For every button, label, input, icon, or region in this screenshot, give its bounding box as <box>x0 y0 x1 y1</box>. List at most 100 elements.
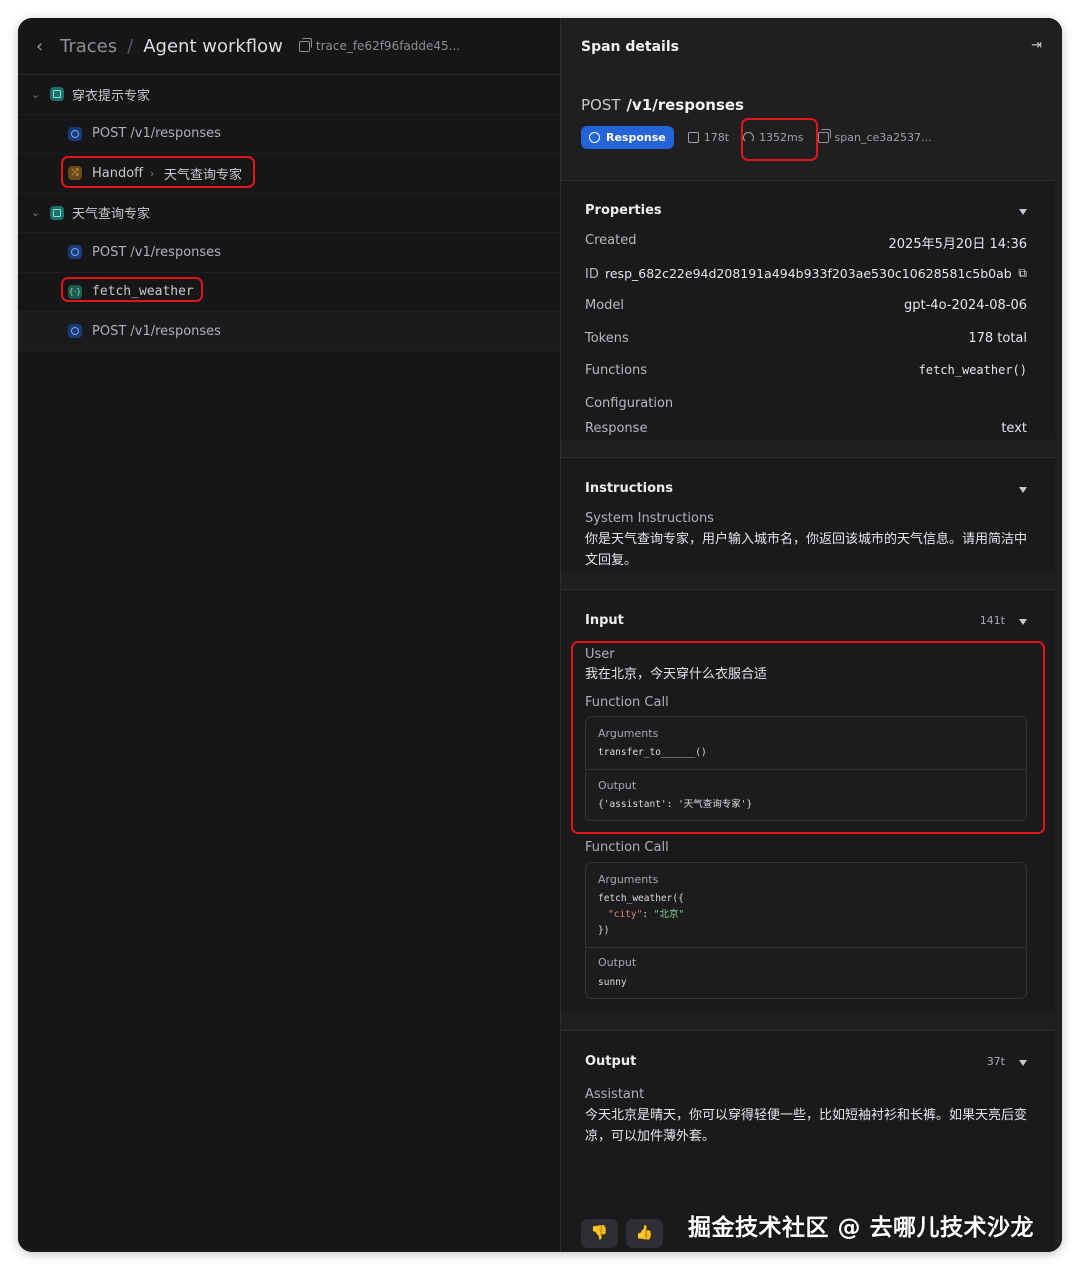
watermark-text: 掘金技术社区 @ 去哪儿技术沙龙 <box>688 1215 1035 1241</box>
function-call-label: Function Call <box>585 840 669 855</box>
assistant-message: 今天北京是晴天，你可以穿得轻便一些，比如短袖衬衫和长裤。如果天亮后变凉，可以加件… <box>585 1108 1028 1144</box>
back-chevron-icon[interactable]: ‹ <box>36 36 56 57</box>
trace-id[interactable]: trace_fe62f96fadde45... <box>298 37 461 53</box>
span-details-panel: Span details ⇥ POST/v1/responses Respons… <box>560 18 1062 1252</box>
response-badge-label: Response <box>606 131 666 144</box>
property-value: fetch_weather() <box>918 363 1027 377</box>
copy-icon[interactable] <box>298 37 312 52</box>
breadcrumb-separator: / <box>127 35 134 57</box>
span-method: POST <box>581 96 621 114</box>
arg-value: "北京" <box>653 909 685 920</box>
chevron-down-icon[interactable] <box>1019 487 1027 493</box>
agent-icon <box>50 205 64 220</box>
breadcrumb: ‹ Traces / Agent workflow trace_fe62f96f… <box>18 18 560 75</box>
arg-colon: : <box>642 909 654 920</box>
tree-row-label: POST /v1/responses <box>92 323 221 339</box>
property-model: Model gpt-4o-2024-08-06 <box>585 298 1027 313</box>
property-value: 2025年5月20日 14:36 <box>888 237 1028 252</box>
property-key: Created <box>585 233 637 248</box>
property-configuration: Configuration <box>585 396 1027 411</box>
tree-row-agent[interactable]: ⌄ 穿衣提示专家 <box>18 75 560 115</box>
arguments-label: Arguments <box>598 873 659 886</box>
arguments-code-line: "city": "北京" <box>608 907 684 923</box>
chevron-down-icon[interactable] <box>1019 1060 1027 1066</box>
response-badge: Response <box>581 126 674 149</box>
copy-icon[interactable] <box>817 129 831 143</box>
highlight-box <box>741 118 818 161</box>
tokens-icon <box>687 132 699 143</box>
properties-title: Properties <box>585 203 662 218</box>
property-response: Response text <box>585 421 1027 436</box>
property-created: Created 2025年5月20日 14:36 <box>585 233 1027 252</box>
instructions-title: Instructions <box>585 481 674 496</box>
output-code: sunny <box>598 977 627 988</box>
response-icon <box>68 245 82 260</box>
span-id[interactable]: span_ce3a2537... <box>817 129 932 144</box>
highlight-box <box>61 156 255 188</box>
assistant-role-label: Assistant <box>585 1087 645 1102</box>
properties-section: Properties Created 2025年5月20日 14:36 ID r… <box>561 180 1055 439</box>
chevron-down-icon[interactable]: ⌄ <box>31 206 40 219</box>
token-count: 178t <box>687 131 730 144</box>
token-count-text: 178t <box>703 131 730 144</box>
response-icon <box>68 126 82 141</box>
chevron-down-icon[interactable]: ⌄ <box>31 88 40 101</box>
collapse-panel-icon[interactable]: ⇥ <box>1031 38 1042 53</box>
instructions-section: Instructions System Instructions 你是天气查询专… <box>561 457 1055 573</box>
system-instructions-text: 你是天气查询专家，用户输入城市名，你返回该城市的天气信息。请用简洁中文回复。 <box>585 532 1028 568</box>
chevron-down-icon[interactable] <box>1019 209 1027 215</box>
property-value: 178 total <box>968 331 1027 346</box>
input-title: Input <box>585 613 624 628</box>
thumbs-up-button[interactable]: 👍 <box>626 1219 663 1248</box>
external-link-icon[interactable]: ⧉ <box>1018 266 1027 282</box>
output-label: Output <box>598 956 637 969</box>
response-icon <box>589 132 600 143</box>
arguments-code-line: fetch_weather({ <box>598 893 684 904</box>
input-section: Input 141t User 我在北京，今天穿什么衣服合适 Function … <box>561 589 1055 1013</box>
arguments-code-line: }) <box>598 925 610 936</box>
panel-title: Span details <box>581 38 679 55</box>
span-tree: ⌄ 穿衣提示专家 POST /v1/responses ⤮ Handoff › … <box>18 75 560 352</box>
tree-row-response[interactable]: POST /v1/responses <box>18 233 560 273</box>
property-value: text <box>1001 421 1027 436</box>
property-id: ID resp_682c22e94d208191a494b933f203ae53… <box>585 266 1027 282</box>
breadcrumb-traces[interactable]: Traces <box>60 36 117 57</box>
property-key: Model <box>585 298 625 313</box>
response-icon <box>68 324 82 339</box>
system-instructions-label: System Instructions <box>585 511 714 526</box>
arg-key: "city" <box>608 909 643 920</box>
tree-row-label: 天气查询专家 <box>72 207 151 223</box>
output-title: Output <box>585 1054 637 1069</box>
tree-row-label: POST /v1/responses <box>92 244 221 260</box>
property-key: Functions <box>585 363 648 378</box>
property-key: ID resp_682c22e94d208191a494b933f203ae53… <box>585 266 1012 282</box>
span-title: POST/v1/responses <box>581 96 744 114</box>
property-value: gpt-4o-2024-08-06 <box>904 298 1027 313</box>
property-key-text: ID <box>585 267 599 282</box>
property-value[interactable]: resp_682c22e94d208191a494b933f203ae530c1… <box>605 266 1012 281</box>
trace-id-text: trace_fe62f96fadde45... <box>315 39 461 53</box>
thumbs-down-button[interactable]: 👎 <box>581 1219 618 1248</box>
highlight-box <box>571 641 1045 834</box>
tree-row-response[interactable]: POST /v1/responses <box>18 115 560 154</box>
property-key: Response <box>585 421 648 436</box>
highlight-box <box>61 276 203 302</box>
tree-row-function[interactable]: {·} fetch_weather <box>18 273 560 312</box>
tree-row-agent[interactable]: ⌄ 天气查询专家 <box>18 194 560 233</box>
input-token-count: 141t <box>979 614 1005 627</box>
function-call-box: Arguments fetch_weather({ "city": "北京" }… <box>585 862 1027 999</box>
tree-row-label: 穿衣提示专家 <box>72 88 151 104</box>
span-path: /v1/responses <box>626 96 744 114</box>
divider <box>586 947 1026 948</box>
span-id-text: span_ce3a2537... <box>834 131 932 144</box>
property-functions: Functions fetch_weather() <box>585 363 1027 378</box>
property-key: Tokens <box>585 331 629 346</box>
tree-row-response-selected[interactable]: POST /v1/responses <box>18 312 560 352</box>
tree-row-handoff[interactable]: ⤮ Handoff › 天气查询专家 <box>18 154 560 194</box>
chevron-down-icon[interactable] <box>1019 619 1027 625</box>
breadcrumb-current: Agent workflow <box>143 35 283 57</box>
trace-tree-panel: ‹ Traces / Agent workflow trace_fe62f96f… <box>18 18 560 1252</box>
agent-icon <box>50 87 64 102</box>
output-token-count: 37t <box>986 1055 1005 1068</box>
trace-window: ‹ Traces / Agent workflow trace_fe62f96f… <box>18 18 1062 1252</box>
